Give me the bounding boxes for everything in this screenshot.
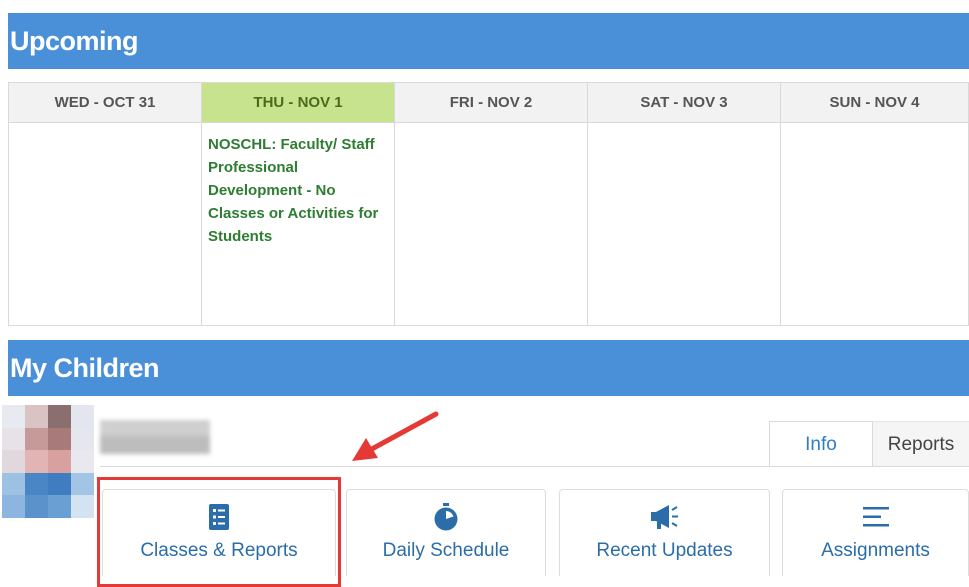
child-avatar[interactable] [2,405,94,518]
day-body [9,123,201,325]
child-tabs: Info Reports [769,421,969,467]
day-header-today: THU - NOV 1 [202,83,394,123]
recent-updates-button[interactable]: Recent Updates [559,489,770,576]
day-header: FRI - NOV 2 [395,83,587,123]
my-children-title: My Children [10,352,160,383]
tile-label: Classes & Reports [140,540,298,561]
list-lines-icon [862,503,889,531]
tab-divider [100,466,969,467]
assignments-button[interactable]: Assignments [782,489,969,576]
upcoming-calendar: WED - OCT 31 THU - NOV 1 NOSCHL: Faculty… [8,82,969,326]
tile-label: Assignments [821,540,930,561]
day-body [781,123,968,325]
day-header: SAT - NOV 3 [588,83,780,123]
tile-label: Daily Schedule [382,540,510,561]
daily-schedule-button[interactable]: Daily Schedule [346,489,546,576]
stopwatch-icon [433,503,459,531]
upcoming-title: Upcoming [10,25,139,56]
day-body: NOSCHL: Faculty/ Staff Professional Deve… [202,123,394,325]
my-children-section-header: My Children [8,340,969,396]
calendar-day-thu: THU - NOV 1 NOSCHL: Faculty/ Staff Profe… [202,83,395,325]
calendar-day-wed: WED - OCT 31 [9,83,202,325]
calendar-day-sat: SAT - NOV 3 [588,83,781,325]
tile-label: Recent Updates [596,540,733,561]
upcoming-section-header: Upcoming [8,13,969,69]
day-body [588,123,780,325]
day-header: WED - OCT 31 [9,83,201,123]
child-name-redacted [100,420,210,454]
tab-reports[interactable]: Reports [873,421,969,467]
calendar-day-fri: FRI - NOV 2 [395,83,588,325]
calendar-day-sun: SUN - NOV 4 [781,83,968,325]
classes-reports-button[interactable]: Classes & Reports [102,489,336,576]
day-body [395,123,587,325]
annotation-arrow-icon [352,411,439,461]
calendar-event[interactable]: NOSCHL: Faculty/ Staff Professional Deve… [208,133,388,248]
checklist-icon [209,503,229,531]
megaphone-icon [650,503,680,531]
tab-info[interactable]: Info [769,421,873,467]
day-header: SUN - NOV 4 [781,83,968,123]
